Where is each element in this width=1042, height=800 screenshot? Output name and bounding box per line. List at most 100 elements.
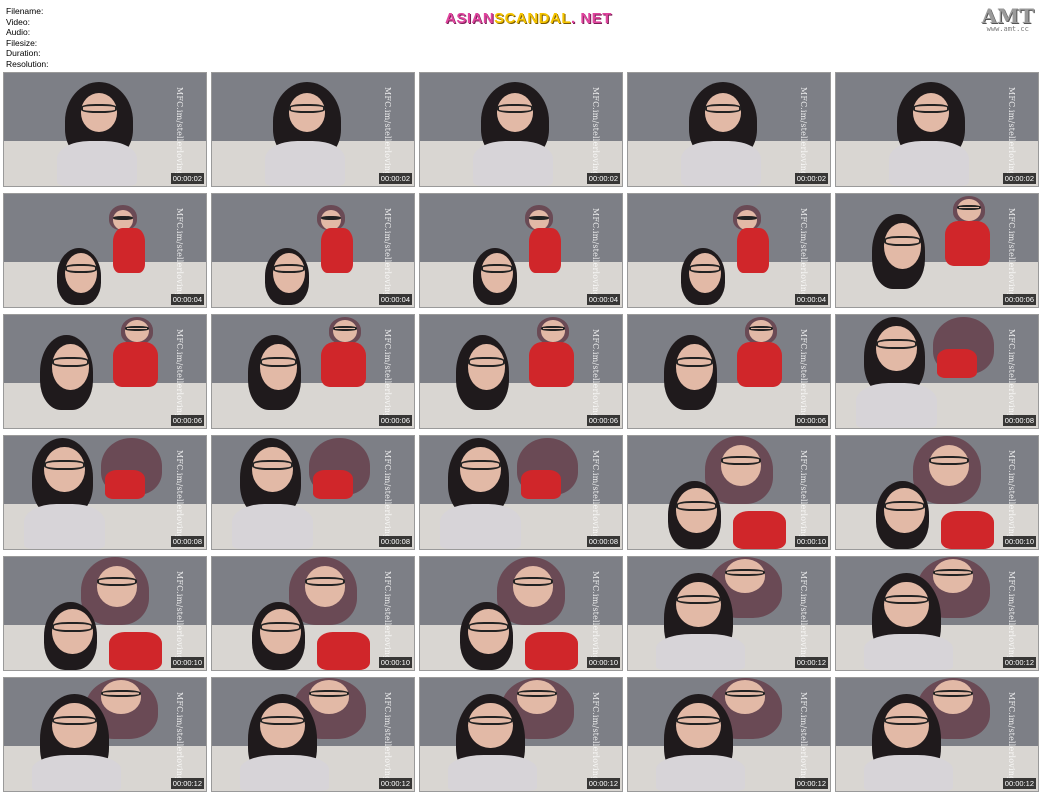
frame-figure-glasses [308, 689, 350, 698]
frame-figure-body [680, 140, 762, 186]
thumbnail-timestamp: 00:00:06 [586, 415, 620, 426]
video-thumbnail[interactable]: MFC.im/stellerloving 00:00:06 [211, 314, 415, 429]
video-thumbnail[interactable]: MFC.im/stellerloving 00:00:10 [3, 556, 207, 671]
frame-figure-suit [525, 631, 578, 670]
frame-figure-face [676, 702, 721, 749]
thumbnail-watermark: MFC.im/stellerloving [799, 571, 808, 661]
frame-figure-glasses [724, 568, 766, 577]
frame-figure-body [240, 754, 330, 791]
frame-figure-glasses [932, 689, 974, 698]
frame-figure-glasses [52, 715, 97, 726]
frame-figure-suit [737, 342, 782, 388]
frame-figure-glasses [512, 577, 554, 587]
thumbnail-timestamp: 00:00:06 [170, 415, 204, 426]
video-thumbnail[interactable]: MFC.im/stellerloving 00:00:04 [627, 193, 831, 308]
thumbnail-watermark: MFC.im/stellerloving [1007, 450, 1016, 540]
video-thumbnail[interactable]: MFC.im/stellerloving 00:00:02 [627, 72, 831, 187]
thumbnail-timestamp: 00:00:12 [170, 778, 204, 789]
video-thumbnail[interactable]: MFC.im/stellerloving 00:00:02 [3, 72, 207, 187]
thumbnail-timestamp: 00:00:10 [170, 657, 204, 668]
thumbnail-timestamp: 00:00:10 [794, 536, 828, 547]
thumbnail-timestamp: 00:00:08 [170, 536, 204, 547]
thumbnail-watermark: MFC.im/stellerloving [1007, 692, 1016, 782]
frame-figure-glasses [876, 338, 917, 349]
video-thumbnail[interactable]: MFC.im/stellerloving 00:00:12 [835, 677, 1039, 792]
frame-figure-face [912, 93, 950, 132]
meta-filename: Filename: [6, 6, 44, 16]
frame-figure-face [512, 566, 554, 607]
video-thumbnail[interactable]: MFC.im/stellerloving 00:00:02 [419, 72, 623, 187]
video-thumbnail[interactable]: MFC.im/stellerloving 00:00:08 [835, 314, 1039, 429]
video-thumbnail[interactable]: MFC.im/stellerloving 00:00:10 [211, 556, 415, 671]
frame-figure-glasses [468, 357, 505, 367]
thumbnail-watermark: MFC.im/stellerloving [1007, 329, 1016, 419]
frame-figure-suit [113, 342, 158, 388]
video-thumbnail[interactable]: MFC.im/stellerloving 00:00:10 [419, 556, 623, 671]
frame-figure-face [676, 344, 713, 390]
frame-figure-glasses [912, 104, 950, 113]
frame-figure-face [260, 344, 297, 390]
video-thumbnail[interactable]: MFC.im/stellerloving 00:00:10 [835, 435, 1039, 550]
thumbnail-grid: MFC.im/stellerloving 00:00:02 MFC.im/stell… [3, 72, 1039, 792]
frame-figure-glasses [749, 325, 774, 331]
video-thumbnail[interactable]: MFC.im/stellerloving 00:00:02 [835, 72, 1039, 187]
frame-figure-glasses [884, 715, 929, 726]
video-thumbnail[interactable]: MFC.im/stellerloving 00:00:04 [3, 193, 207, 308]
thumbnail-timestamp: 00:00:12 [378, 778, 412, 789]
frame-figure-glasses [676, 715, 721, 726]
frame-figure-body [864, 633, 954, 670]
logo-part-1: ASIAN [445, 10, 495, 27]
frame-figure-body [856, 382, 937, 428]
video-thumbnail[interactable]: MFC.im/stellerloving 00:00:12 [3, 677, 207, 792]
thumbnail-watermark: MFC.im/stellerloving [383, 692, 392, 782]
video-thumbnail[interactable]: MFC.im/stellerloving 00:00:12 [211, 677, 415, 792]
meta-duration: Duration: [6, 48, 41, 59]
video-thumbnail[interactable]: MFC.im/stellerloving 00:00:04 [211, 193, 415, 308]
frame-figure-body [864, 754, 954, 791]
frame-figure-glasses [884, 236, 921, 246]
video-thumbnail[interactable]: MFC.im/stellerloving 00:00:08 [211, 435, 415, 550]
thumbnail-timestamp: 00:00:02 [170, 173, 204, 184]
thumbnail-timestamp: 00:00:08 [586, 536, 620, 547]
video-thumbnail[interactable]: MFC.im/stellerloving 00:00:12 [835, 556, 1039, 671]
frame-figure-face [304, 566, 346, 607]
video-thumbnail[interactable]: MFC.im/stellerloving 00:00:12 [627, 677, 831, 792]
frame-figure-suit [521, 469, 562, 500]
frame-figure-face [928, 445, 970, 486]
frame-figure-body [232, 503, 313, 549]
video-thumbnail[interactable]: MFC.im/stellerloving 00:00:06 [3, 314, 207, 429]
frame-figure-glasses [252, 459, 293, 470]
video-thumbnail[interactable]: MFC.im/stellerloving 00:00:06 [835, 193, 1039, 308]
frame-figure-face [468, 344, 505, 390]
frame-figure-glasses [529, 215, 550, 220]
frame-figure-face [876, 326, 917, 372]
frame-figure-suit [321, 227, 354, 274]
frame-figure-face [260, 608, 301, 655]
thumbnail-watermark: MFC.im/stellerloving [383, 329, 392, 419]
frame-figure-suit [105, 469, 146, 500]
thumbnail-watermark: MFC.im/stellerloving [383, 87, 392, 177]
video-thumbnail[interactable]: MFC.im/stellerloving 00:00:06 [627, 314, 831, 429]
meta-video: Video: [6, 16, 30, 27]
frame-figure-glasses [52, 621, 93, 632]
video-thumbnail[interactable]: MFC.im/stellerloving 00:00:02 [211, 72, 415, 187]
thumbnail-watermark: MFC.im/stellerloving [383, 450, 392, 540]
video-thumbnail[interactable]: MFC.im/stellerloving 00:00:12 [419, 677, 623, 792]
video-thumbnail[interactable]: MFC.im/stellerloving 00:00:12 [627, 556, 831, 671]
thumbnail-timestamp: 00:00:06 [378, 415, 412, 426]
video-thumbnail[interactable]: MFC.im/stellerloving 00:00:08 [3, 435, 207, 550]
frame-figure-face [884, 223, 921, 269]
video-thumbnail[interactable]: MFC.im/stellerloving 00:00:10 [627, 435, 831, 550]
video-thumbnail[interactable]: MFC.im/stellerloving 00:00:04 [419, 193, 623, 308]
frame-figure-glasses [480, 264, 513, 274]
video-thumbnail[interactable]: MFC.im/stellerloving 00:00:08 [419, 435, 623, 550]
frame-figure-body [264, 140, 346, 186]
frame-figure-suit [321, 342, 366, 388]
frame-figure-glasses [496, 104, 534, 113]
thumbnail-watermark: MFC.im/stellerloving [799, 87, 808, 177]
frame-figure-face [676, 487, 717, 534]
thumbnail-timestamp: 00:00:12 [586, 778, 620, 789]
thumbnail-watermark: MFC.im/stellerloving [799, 208, 808, 298]
video-thumbnail[interactable]: MFC.im/stellerloving 00:00:06 [419, 314, 623, 429]
frame-figure-face [52, 608, 93, 655]
